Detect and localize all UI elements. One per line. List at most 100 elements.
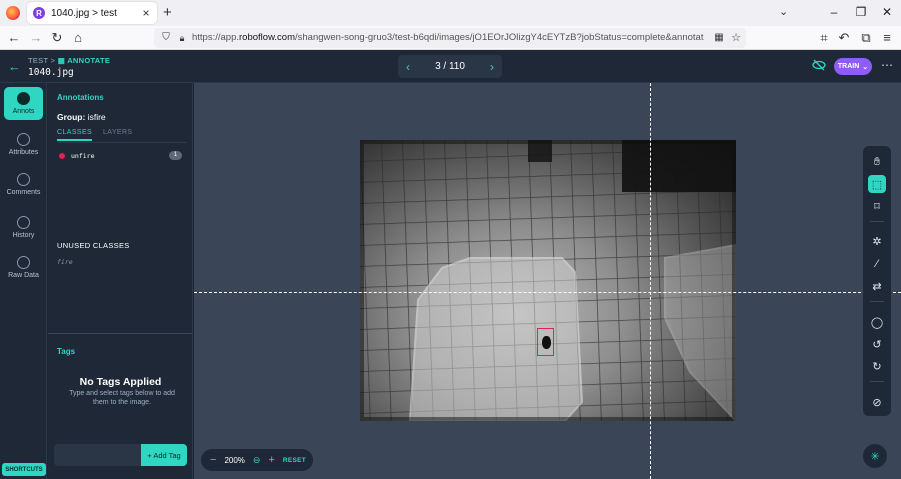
zoom-in-icon[interactable]: +	[268, 454, 274, 466]
smart-polygon-icon[interactable]: ✲	[868, 232, 886, 250]
annotated-image[interactable]	[360, 140, 736, 421]
annotation-canvas[interactable]: ✋︎ ⬚ ⌑ ✲ ⁄ ⇄ ◯ ↺ ↻ ⊘ ✳︎ − 200% ⊖ + RESET	[194, 83, 901, 479]
no-tags-subtitle: Type and select tags below to add them t…	[69, 390, 175, 406]
qr-code-icon[interactable]: ▦	[711, 30, 727, 46]
magic-wand-icon[interactable]: ⁄	[868, 255, 886, 273]
tag-input[interactable]	[54, 444, 141, 466]
tab-classes[interactable]: CLASSES	[57, 129, 93, 141]
add-tag-button[interactable]: + Add Tag	[141, 444, 187, 466]
crosshair-horizontal	[194, 292, 901, 293]
back-icon[interactable]: ←	[6, 30, 22, 46]
class-color-dot	[59, 153, 65, 159]
redo-icon[interactable]: ↻	[868, 357, 886, 375]
rail-item-raw-data[interactable]: Raw Data	[4, 256, 43, 279]
back-arrow-icon[interactable]: ←	[8, 59, 21, 74]
train-label: TRAIN	[837, 63, 860, 70]
bookmark-star-icon[interactable]: ☆	[728, 30, 744, 46]
hide-icon[interactable]: ⊘	[868, 393, 886, 411]
tool-divider	[870, 301, 884, 302]
comment-icon[interactable]: ◯	[868, 313, 886, 331]
class-name: unfire	[71, 152, 95, 160]
zoom-lock-icon[interactable]: ⊖	[253, 455, 261, 466]
tab-title: 1040.jpg > test	[51, 7, 117, 19]
group-prefix: Group:	[57, 112, 86, 122]
breadcrumb: TEST > ▦ ANNOTATE	[28, 56, 110, 65]
extensions-icon[interactable]: ⧉	[858, 30, 874, 46]
page-indicator: 3 / 110	[435, 61, 465, 72]
browser-tab-strip: R 1040.jpg > test × + ⌄ – ❐ ✕	[0, 0, 901, 26]
close-tab-icon[interactable]: ×	[138, 6, 154, 20]
left-rail: Annots Attributes Comments History Raw D…	[0, 83, 47, 479]
image-filename: 1040.jpg	[28, 67, 74, 78]
restore-icon[interactable]: ❐	[851, 5, 871, 19]
repeat-icon[interactable]: ⇄	[868, 277, 886, 295]
breadcrumb-project[interactable]: TEST	[28, 56, 48, 65]
tool-palette: ✋︎ ⬚ ⌑ ✲ ⁄ ⇄ ◯ ↺ ↻ ⊘	[863, 146, 891, 416]
close-window-icon[interactable]: ✕	[877, 5, 897, 19]
firefox-logo-icon[interactable]	[6, 6, 20, 20]
tool-divider	[870, 381, 884, 382]
panel-divider	[48, 333, 193, 334]
tags-heading: Tags	[57, 347, 76, 356]
polygon-icon[interactable]: ⌑	[868, 197, 886, 215]
raw-data-icon	[17, 256, 30, 269]
annotated-object	[542, 336, 551, 349]
undo-icon[interactable]: ↺	[868, 335, 886, 353]
rail-item-comments[interactable]: Comments	[4, 173, 43, 196]
unused-classes-heading: UNUSED CLASSES	[57, 241, 130, 250]
class-row-unfire[interactable]: unfire 1	[57, 151, 183, 163]
shield-icon[interactable]: ⛉	[158, 30, 174, 46]
floor-grid-image	[360, 140, 736, 421]
unused-class-item[interactable]: fire	[57, 258, 73, 266]
url-text: https://app.roboflow.com/shangwen-song-g…	[192, 32, 704, 43]
history-icon	[17, 216, 30, 229]
class-count-badge: 1	[169, 151, 182, 160]
breadcrumb-annotate: ▦ ANNOTATE	[57, 56, 111, 65]
home-icon[interactable]: ⌂	[70, 30, 86, 46]
minimize-icon[interactable]: –	[824, 5, 844, 19]
lock-icon[interactable]: 🔒︎	[174, 30, 190, 46]
tab-layers[interactable]: LAYERS	[103, 129, 133, 136]
attributes-icon	[17, 133, 30, 146]
new-tab-icon[interactable]: +	[163, 4, 172, 21]
comments-icon	[17, 173, 30, 186]
tool-divider	[870, 221, 884, 222]
hide-annotations-icon[interactable]	[812, 59, 826, 71]
zoom-out-icon[interactable]: −	[210, 454, 216, 466]
bounding-box-unfire[interactable]	[537, 328, 554, 356]
more-options-icon[interactable]: ⋯	[881, 58, 893, 72]
menu-icon[interactable]: ≡	[879, 30, 895, 46]
reset-zoom-button[interactable]: RESET	[283, 457, 306, 464]
image-pager: ‹ 3 / 110 ›	[398, 55, 502, 78]
forward-icon[interactable]: →	[28, 30, 44, 46]
train-button[interactable]: TRAIN ⌄	[834, 58, 872, 75]
list-all-tabs-icon[interactable]: ⌄	[779, 5, 788, 18]
app-header: ← TEST > ▦ ANNOTATE 1040.jpg ‹ 3 / 110 ›…	[0, 50, 901, 83]
screenshot-crop-icon[interactable]: ⌗	[816, 30, 832, 46]
rail-item-annots[interactable]: Annots	[4, 87, 43, 120]
next-image-icon[interactable]: ›	[490, 60, 494, 74]
bounding-box-icon[interactable]: ⬚	[868, 175, 886, 193]
group-value: isfire	[87, 112, 106, 122]
rail-item-label: Comments	[6, 189, 41, 196]
hand-icon[interactable]: ✋︎	[868, 153, 886, 171]
rail-item-history[interactable]: History	[4, 216, 43, 239]
panel-title: Annotations	[57, 93, 104, 102]
shortcuts-button[interactable]: SHORTCUTS	[2, 463, 46, 476]
browser-tab[interactable]: R 1040.jpg > test ×	[27, 2, 157, 24]
group-label: Group: isfire	[57, 112, 106, 122]
ai-assist-icon[interactable]: ✳︎	[863, 444, 887, 468]
roboflow-favicon-icon: R	[33, 7, 45, 19]
zoom-value: 200%	[224, 455, 245, 465]
rail-item-attributes[interactable]: Attributes	[4, 133, 43, 156]
panel-tabs: CLASSES LAYERS	[57, 129, 187, 143]
previous-image-icon[interactable]: ‹	[406, 60, 410, 74]
chevron-down-icon: ⌄	[862, 63, 869, 71]
reload-icon[interactable]: ↻	[49, 30, 65, 46]
annotations-icon	[17, 92, 30, 105]
zoom-controls: − 200% ⊖ + RESET	[201, 449, 313, 471]
undo-closed-tab-icon[interactable]: ↶	[836, 30, 852, 46]
rail-item-label: Raw Data	[8, 272, 39, 279]
crosshair-vertical	[650, 83, 651, 479]
url-bar[interactable]: ⛉ 🔒︎ https://app.roboflow.com/shangwen-s…	[154, 28, 746, 48]
